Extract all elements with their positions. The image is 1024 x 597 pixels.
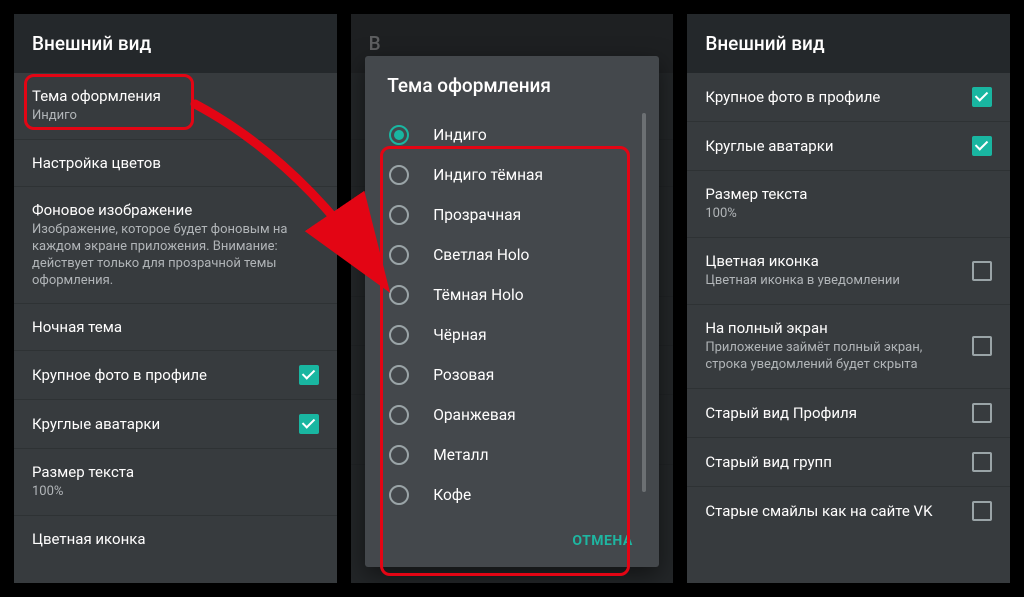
- item-title: Размер текста: [32, 463, 319, 481]
- item-night-theme[interactable]: Ночная тема: [14, 304, 337, 351]
- item-sub: Изображение, которое будет фоновым на ка…: [32, 222, 319, 290]
- theme-option-pink[interactable]: Розовая: [375, 355, 649, 395]
- item-theme[interactable]: Тема оформления Индиго: [14, 73, 337, 140]
- header-right: Внешний вид: [687, 14, 1010, 73]
- panel-center-inner: В ТИ Н Ф К К Цветная иконка Тема оформле…: [351, 14, 674, 583]
- theme-option-metal[interactable]: Металл: [375, 435, 649, 475]
- checkbox-icon[interactable]: [299, 365, 319, 385]
- panel-right-inner: Внешний вид Крупное фото в профиле Кругл…: [687, 14, 1010, 583]
- theme-dialog: Тема оформления Индиго Индиго тёмная Про…: [365, 56, 659, 567]
- item-title: Круглые аватарки: [32, 415, 289, 433]
- scrollbar[interactable]: [642, 113, 646, 492]
- item-title: Тема оформления: [32, 87, 319, 105]
- panel-left: Внешний вид Тема оформления Индиго Настр…: [14, 14, 337, 583]
- item-title: Настройка цветов: [32, 154, 319, 172]
- item-text-size[interactable]: Размер текста 100%: [687, 171, 1010, 238]
- item-title: Фоновое изображение: [32, 201, 319, 219]
- theme-options-list: Индиго Индиго тёмная Прозрачная Светлая …: [375, 109, 649, 517]
- theme-option-transparent[interactable]: Прозрачная: [375, 195, 649, 235]
- cancel-button[interactable]: ОТМЕНА: [564, 527, 640, 555]
- panel-center: В ТИ Н Ф К К Цветная иконка Тема оформле…: [351, 14, 674, 583]
- item-text-size[interactable]: Размер текста 100%: [14, 449, 337, 516]
- theme-option-holo-light[interactable]: Светлая Holo: [375, 235, 649, 275]
- checkbox-icon[interactable]: [972, 403, 992, 423]
- radio-icon: [389, 285, 409, 305]
- item-title: Ночная тема: [32, 318, 319, 336]
- theme-option-black[interactable]: Чёрная: [375, 315, 649, 355]
- item-large-profile-photo[interactable]: Крупное фото в профиле: [14, 351, 337, 400]
- item-sub: Индиго: [32, 108, 319, 125]
- header-left: Внешний вид: [14, 14, 337, 73]
- checkbox-icon[interactable]: [972, 501, 992, 521]
- radio-icon: [389, 245, 409, 265]
- dialog-title: Тема оформления: [365, 56, 659, 109]
- item-background-image[interactable]: Фоновое изображение Изображение, которое…: [14, 187, 337, 305]
- item-old-smileys[interactable]: Старые смайлы как на сайте VK: [687, 487, 1010, 535]
- theme-option-indigo[interactable]: Индиго: [375, 115, 649, 155]
- item-fullscreen[interactable]: На полный экран Приложение займёт полный…: [687, 305, 1010, 389]
- item-title: Цветная иконка: [32, 530, 319, 548]
- item-sub: 100%: [32, 484, 319, 501]
- item-old-profile[interactable]: Старый вид Профиля: [687, 389, 1010, 438]
- item-round-avatars[interactable]: Круглые аватарки: [687, 122, 1010, 171]
- radio-icon: [389, 485, 409, 505]
- theme-option-holo-dark[interactable]: Тёмная Holo: [375, 275, 649, 315]
- theme-option-indigo-dark[interactable]: Индиго тёмная: [375, 155, 649, 195]
- item-title: Крупное фото в профиле: [32, 366, 289, 384]
- radio-icon: [389, 325, 409, 345]
- radio-icon: [389, 365, 409, 385]
- radio-icon: [389, 165, 409, 185]
- panel-left-inner: Внешний вид Тема оформления Индиго Настр…: [14, 14, 337, 583]
- checkbox-icon[interactable]: [972, 452, 992, 472]
- theme-option-orange[interactable]: Оранжевая: [375, 395, 649, 435]
- item-color-icon[interactable]: Цветная иконка: [14, 516, 337, 562]
- checkbox-icon[interactable]: [972, 87, 992, 107]
- item-colors[interactable]: Настройка цветов: [14, 140, 337, 187]
- item-large-profile-photo[interactable]: Крупное фото в профиле: [687, 73, 1010, 122]
- theme-option-coffee[interactable]: Кофе: [375, 475, 649, 515]
- item-color-icon[interactable]: Цветная иконка Цветная иконка в уведомле…: [687, 238, 1010, 305]
- radio-icon: [389, 445, 409, 465]
- radio-icon: [389, 205, 409, 225]
- dialog-backdrop: Тема оформления Индиго Индиго тёмная Про…: [351, 14, 674, 583]
- radio-icon: [389, 125, 409, 145]
- radio-icon: [389, 405, 409, 425]
- item-old-groups[interactable]: Старый вид групп: [687, 438, 1010, 487]
- item-round-avatars[interactable]: Круглые аватарки: [14, 400, 337, 449]
- checkbox-icon[interactable]: [972, 136, 992, 156]
- checkbox-icon[interactable]: [972, 261, 992, 281]
- panel-right: Внешний вид Крупное фото в профиле Кругл…: [687, 14, 1010, 583]
- checkbox-icon[interactable]: [299, 414, 319, 434]
- checkbox-icon[interactable]: [972, 336, 992, 356]
